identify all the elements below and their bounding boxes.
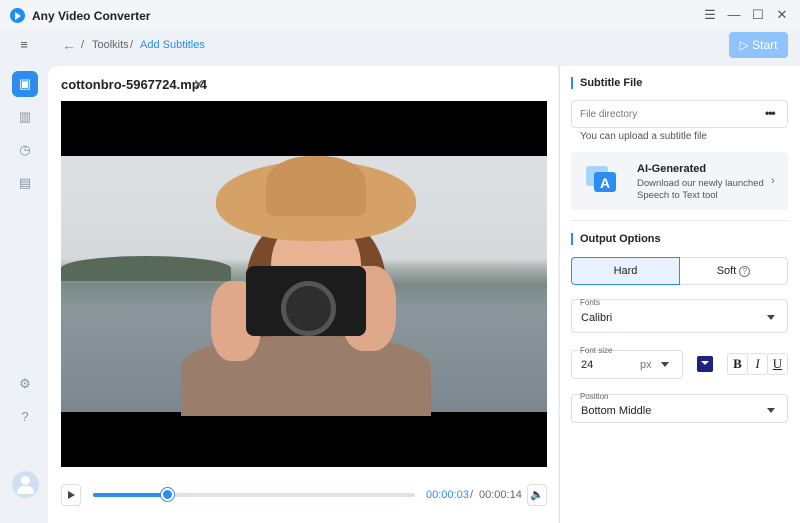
breadcrumb-toolkits[interactable]: Toolkits <box>92 39 129 51</box>
fonts-label: Fonts <box>580 298 601 307</box>
progress-fill <box>93 493 168 497</box>
bold-button[interactable]: B <box>727 353 748 375</box>
maximize-button[interactable]: ☐ <box>748 6 768 24</box>
soft-label: Soft <box>716 265 737 277</box>
subtitle-file-heading: Subtitle File <box>571 77 642 89</box>
breadcrumb-separator: / <box>81 39 85 51</box>
app-title: Any Video Converter <box>32 9 151 23</box>
time-separator: / <box>470 489 474 501</box>
chevron-down-icon[interactable] <box>661 362 669 367</box>
library-icon[interactable]: ▥ <box>12 104 38 130</box>
volume-icon[interactable]: 🔈 <box>527 484 547 506</box>
underline-button[interactable]: U <box>767 353 788 375</box>
breadcrumb-current: Add Subtitles <box>140 39 205 51</box>
close-window-button[interactable]: ✕ <box>772 6 792 24</box>
chevron-down-icon <box>767 408 775 413</box>
start-label: Start <box>752 38 778 52</box>
ai-card-description: Download our newly launched Speech to Te… <box>637 178 764 201</box>
menu-icon[interactable]: ☰ <box>700 6 720 24</box>
avatar-icon[interactable] <box>12 471 39 498</box>
start-button[interactable]: ▷ Start <box>729 32 788 58</box>
font-size-unit: px <box>640 359 652 371</box>
tasks-icon[interactable]: ▤ <box>12 170 38 196</box>
play-button[interactable] <box>61 484 81 506</box>
hard-label: Hard <box>613 265 638 277</box>
current-time: 00:00:03 <box>426 489 469 501</box>
video-player[interactable] <box>61 101 547 467</box>
close-icon[interactable]: ✕ <box>193 76 205 93</box>
video-subject <box>266 156 366 216</box>
app-logo-icon <box>10 8 25 23</box>
font-value: Calibri <box>581 312 613 324</box>
font-color-picker[interactable] <box>697 356 713 372</box>
position-value: Bottom Middle <box>581 405 652 417</box>
breadcrumb-separator: / <box>130 39 134 51</box>
chevron-right-icon: › <box>771 175 775 187</box>
progress-track[interactable] <box>93 493 415 497</box>
minimize-button[interactable]: — <box>724 6 744 24</box>
divider <box>571 220 788 221</box>
chevron-down-icon <box>767 315 775 320</box>
progress-thumb[interactable] <box>160 488 174 501</box>
help-circle-icon[interactable]: ? <box>739 265 751 277</box>
video-subject <box>281 281 336 336</box>
font-size-label: Font size <box>580 346 613 355</box>
menu-collapse-icon[interactable]: ≡ <box>11 32 37 58</box>
font-size-value: 24 <box>581 359 594 371</box>
toolbox-icon[interactable]: ▣ <box>12 71 38 97</box>
file-directory-placeholder: File directory <box>580 109 638 120</box>
history-icon[interactable]: ◷ <box>12 137 38 163</box>
back-arrow-icon[interactable]: ← <box>62 37 76 53</box>
output-options-heading: Output Options <box>571 233 661 245</box>
video-filename: cottonbro-5967724.mp4 <box>61 77 207 92</box>
italic-button[interactable]: I <box>747 353 768 375</box>
position-label: Position <box>580 392 609 401</box>
settings-icon[interactable]: ⚙ <box>12 371 38 397</box>
upload-hint: You can upload a subtitle file <box>580 131 707 142</box>
duration: 00:00:14 <box>479 489 522 501</box>
video-frame <box>61 156 547 416</box>
ai-subtitle-icon: A <box>586 166 616 192</box>
video-scenery <box>61 256 231 281</box>
help-icon[interactable]: ? <box>12 404 38 430</box>
browse-more-button[interactable]: ••• <box>765 106 776 120</box>
soft-subtitle-toggle[interactable]: Soft? <box>680 257 788 285</box>
ai-card-title: AI-Generated <box>637 163 707 175</box>
play-icon: ▷ <box>739 38 749 52</box>
hard-subtitle-toggle[interactable]: Hard <box>571 257 680 285</box>
svg-text:A: A <box>600 175 610 191</box>
